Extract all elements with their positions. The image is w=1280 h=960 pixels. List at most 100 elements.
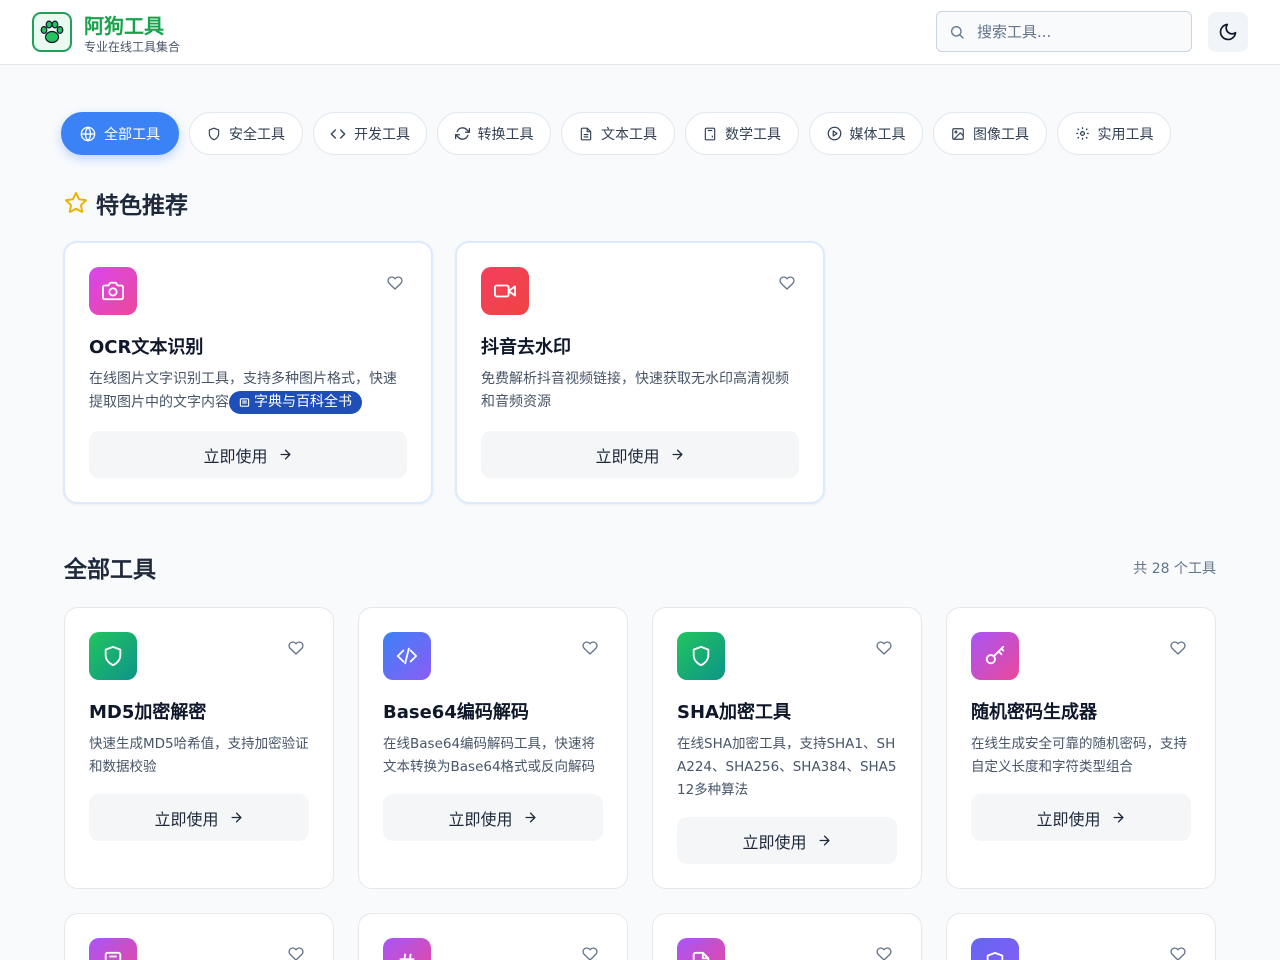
tab-image-tools[interactable]: 图像工具 (933, 112, 1047, 155)
camera-icon (89, 267, 137, 315)
tool-card-md5[interactable]: MD5加密解密 快速生成MD5哈希值，支持加密验证和数据校验 立即使用 (64, 607, 334, 889)
tab-math-tools[interactable]: 数学工具 (685, 112, 799, 155)
top-header: 阿狗工具 专业在线工具集合 (0, 0, 1280, 65)
file-text-icon (580, 127, 592, 140)
tab-label: 文本工具 (601, 126, 657, 143)
featured-card-ocr[interactable]: OCR文本识别 在线图片文字识别工具，支持多种图片格式，快速提取图片中的文字内容… (63, 241, 433, 504)
tab-label: 媒体工具 (849, 126, 906, 143)
theme-toggle-button[interactable] (1208, 12, 1248, 52)
arrow-right-icon (280, 449, 290, 460)
tab-security-tools[interactable]: 安全工具 (189, 112, 303, 155)
card-title: SHA加密工具 (677, 702, 791, 723)
tab-dev-tools[interactable]: 开发工具 (313, 112, 427, 155)
brand-subtitle: 专业在线工具集合 (84, 40, 181, 54)
star-icon (65, 192, 87, 213)
shield-icon (208, 127, 220, 140)
globe-icon (80, 125, 96, 142)
use-now-button[interactable]: 立即使用 (89, 431, 407, 478)
tool-card-password[interactable]: 随机密码生成器 在线生成安全可靠的随机密码，支持自定义长度和字符类型组合 立即使… (946, 607, 1216, 889)
tab-media-tools[interactable]: 媒体工具 (809, 112, 923, 155)
tool-card-row2-3[interactable] (652, 913, 922, 960)
card-description: 在线SHA加密工具，支持SHA1、SHA224、SHA256、SHA384、SH… (677, 736, 897, 798)
featured-card-douyin[interactable]: 抖音去水印 免费解析抖音视频链接，快速获取无水印高清视频和音频资源 立即使用 (455, 241, 825, 504)
search-icon (951, 25, 964, 39)
card-description: 在线生成安全可靠的随机密码，支持自定义长度和字符类型组合 (971, 736, 1187, 775)
tab-utility-tools[interactable]: 实用工具 (1057, 112, 1171, 155)
tool-card-sha[interactable]: SHA加密工具 在线SHA加密工具，支持SHA1、SHA224、SHA256、S… (652, 607, 922, 889)
calculator-icon (704, 127, 716, 140)
use-now-button[interactable]: 立即使用 (481, 431, 799, 478)
tab-text-tools[interactable]: 文本工具 (561, 112, 675, 155)
button-label: 立即使用 (448, 809, 513, 829)
favorite-heart-icon[interactable] (286, 638, 306, 658)
button-label: 立即使用 (154, 809, 219, 829)
favorite-heart-icon[interactable] (385, 273, 405, 293)
tool-card-row2-2[interactable] (358, 913, 628, 960)
search-box[interactable] (936, 11, 1192, 52)
tool-card-row2-4[interactable] (946, 913, 1216, 960)
book-icon (239, 398, 250, 407)
tab-label: 开发工具 (354, 126, 410, 143)
tool-card-base64[interactable]: Base64编码解码 在线Base64编码解码工具，快速将文本转换为Base64… (358, 607, 628, 889)
tool-count: 共 28 个工具 (1133, 561, 1216, 577)
card-description: 快速生成MD5哈希值，支持加密验证和数据校验 (89, 736, 309, 775)
code-icon (383, 632, 431, 680)
favorite-heart-icon[interactable] (874, 638, 894, 658)
hash-icon (383, 938, 431, 960)
button-label: 立即使用 (595, 446, 660, 466)
tab-label: 图像工具 (973, 126, 1029, 143)
favorite-heart-icon[interactable] (1168, 638, 1188, 658)
gear-icon (1075, 127, 1089, 140)
card-description: 在线图片文字识别工具，支持多种图片格式，快速提取图片中的文字内容 字典与百科全书 (89, 368, 409, 415)
arrow-right-icon (525, 812, 535, 823)
button-label: 立即使用 (203, 446, 268, 466)
featured-heading-text: 特色推荐 (96, 193, 188, 219)
moon-icon (1219, 23, 1237, 41)
tab-convert-tools[interactable]: 转换工具 (437, 112, 551, 155)
card-title: 抖音去水印 (481, 337, 571, 358)
featured-heading: 特色推荐 (64, 186, 188, 220)
calculator-icon (89, 938, 137, 960)
paw-logo-icon[interactable] (32, 12, 72, 52)
play-circle-icon (827, 126, 841, 141)
arrow-right-icon (231, 812, 241, 823)
key-icon (971, 632, 1019, 680)
button-label: 立即使用 (1036, 809, 1101, 829)
button-label: 立即使用 (742, 832, 807, 852)
search-input[interactable] (977, 22, 1177, 41)
arrow-right-icon (819, 835, 829, 846)
use-now-button[interactable]: 立即使用 (971, 794, 1191, 841)
tab-all-tools[interactable]: 全部工具 (61, 112, 179, 155)
shield-icon (971, 938, 1019, 960)
card-description: 在线Base64编码解码工具，快速将文本转换为Base64格式或反向解码 (383, 736, 596, 775)
favorite-heart-icon[interactable] (580, 638, 600, 658)
favorite-heart-icon[interactable] (874, 944, 894, 960)
refresh-icon (454, 127, 470, 140)
video-icon (481, 267, 529, 315)
favorite-heart-icon[interactable] (580, 944, 600, 960)
favorite-heart-icon[interactable] (777, 273, 797, 293)
image-icon (952, 127, 964, 140)
tab-label: 安全工具 (229, 126, 285, 143)
dictionary-badge[interactable]: 字典与百科全书 (229, 391, 362, 414)
use-now-button[interactable]: 立即使用 (677, 817, 897, 864)
favorite-heart-icon[interactable] (286, 944, 306, 960)
arrow-right-icon (1113, 812, 1123, 823)
shield-icon (677, 632, 725, 680)
use-now-button[interactable]: 立即使用 (383, 794, 603, 841)
card-title: Base64编码解码 (383, 702, 529, 723)
brand-title[interactable]: 阿狗工具 (84, 10, 164, 39)
tab-label: 数学工具 (725, 126, 781, 143)
favorite-heart-icon[interactable] (1168, 944, 1188, 960)
shield-icon (89, 632, 137, 680)
use-now-button[interactable]: 立即使用 (89, 794, 309, 841)
all-tools-heading: 全部工具 (64, 557, 156, 583)
tool-card-row2-1[interactable] (64, 913, 334, 960)
card-title: OCR文本识别 (89, 337, 204, 358)
card-title: 随机密码生成器 (971, 702, 1097, 723)
code-icon (330, 128, 346, 139)
badge-label: 字典与百科全书 (254, 394, 352, 410)
arrow-right-icon (672, 449, 682, 460)
card-title: MD5加密解密 (89, 702, 207, 723)
card-description: 免费解析抖音视频链接，快速获取无水印高清视频和音频资源 (481, 371, 789, 410)
